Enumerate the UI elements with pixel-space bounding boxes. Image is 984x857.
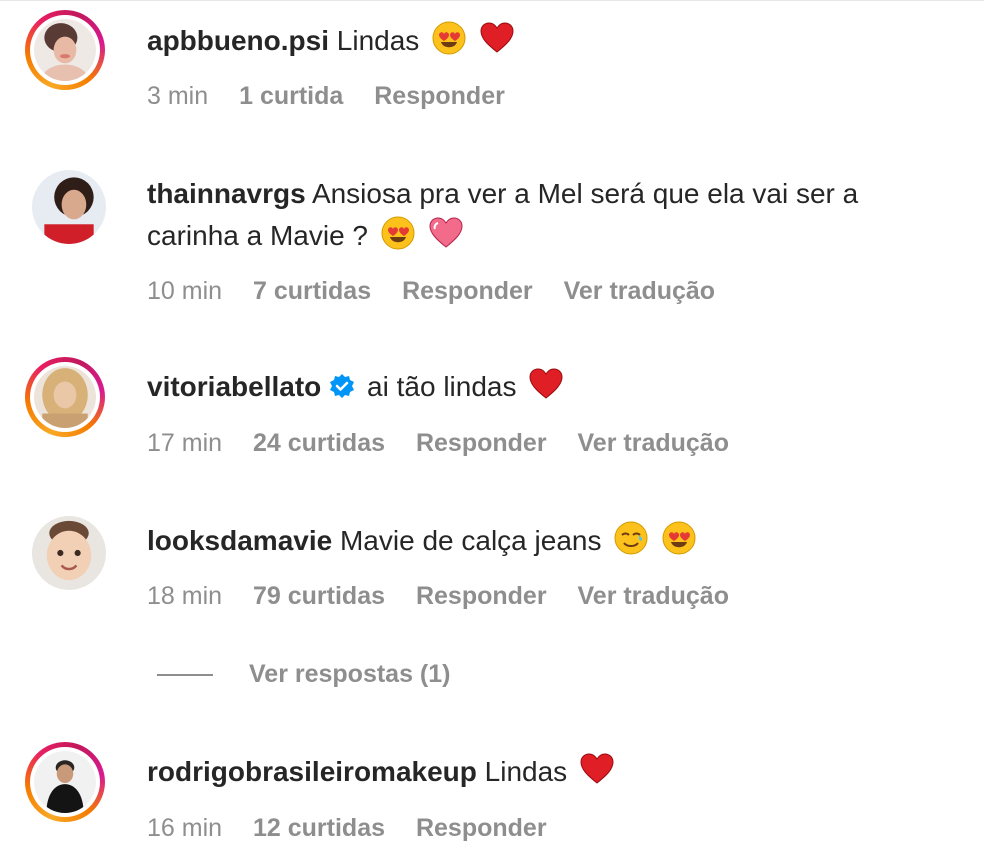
- view-replies-label[interactable]: Ver respostas (1): [249, 660, 451, 688]
- comment-username[interactable]: looksdamavie: [147, 525, 332, 556]
- likes-count[interactable]: 24 curtidas: [253, 429, 385, 457]
- heart-eyes-emoji: [661, 520, 697, 556]
- comment-meta: 17 min 24 curtidas Responder Ver traduçã…: [147, 429, 753, 458]
- avatar-photo: [34, 19, 96, 81]
- avatar-photo: [34, 366, 96, 428]
- avatar-photo: [34, 751, 96, 813]
- comment-time: 18 min: [147, 582, 223, 610]
- comment-username[interactable]: thainnavrgs: [147, 178, 306, 209]
- comment-meta: 3 min 1 curtida Responder: [147, 82, 529, 111]
- likes-count[interactable]: 79 curtidas: [253, 582, 385, 610]
- comment-time: 3 min: [147, 82, 209, 110]
- comment-body: Lindas: [336, 25, 420, 56]
- reply-button[interactable]: Responder: [416, 582, 547, 610]
- comment-body: ai tão lindas: [367, 371, 517, 402]
- red-heart-emoji: [479, 20, 515, 56]
- translate-button[interactable]: Ver tradução: [578, 429, 729, 457]
- top-divider: [0, 0, 984, 5]
- reply-button[interactable]: Responder: [416, 814, 547, 842]
- likes-count[interactable]: 7 curtidas: [253, 277, 371, 305]
- reply-button[interactable]: Responder: [402, 277, 533, 305]
- avatar[interactable]: [32, 170, 106, 244]
- comment-text-line: thainnavrgs Ansiosa pra ver a Mel será q…: [147, 173, 954, 257]
- comment-username[interactable]: vitoriabellato: [147, 371, 321, 402]
- comment-time: 16 min: [147, 814, 223, 842]
- verified-badge-icon: [330, 374, 355, 398]
- comment-username[interactable]: apbbueno.psi: [147, 25, 329, 56]
- comment-text-line: rodrigobrasileiromakeup Lindas: [147, 751, 954, 793]
- avatar-photo: [32, 516, 106, 590]
- replies-divider: [157, 674, 213, 677]
- avatar[interactable]: [25, 742, 105, 822]
- comment-text-line: vitoriabellato ai tão lindas: [147, 366, 954, 408]
- avatar[interactable]: [25, 357, 105, 437]
- likes-count[interactable]: 12 curtidas: [253, 814, 385, 842]
- avatar[interactable]: [32, 516, 106, 590]
- translate-button[interactable]: Ver tradução: [578, 582, 729, 610]
- view-replies-button[interactable]: Ver respostas (1): [157, 660, 451, 689]
- comment-meta: 10 min 7 curtidas Responder Ver tradução: [147, 277, 739, 306]
- red-heart-emoji: [579, 751, 615, 787]
- comment-username[interactable]: rodrigobrasileiromakeup: [147, 756, 477, 787]
- likes-count[interactable]: 1 curtida: [239, 82, 343, 110]
- comment-time: 17 min: [147, 429, 223, 457]
- comment-text-line: apbbueno.psi Lindas: [147, 20, 954, 62]
- translate-button[interactable]: Ver tradução: [564, 277, 715, 305]
- red-heart-emoji: [528, 366, 564, 402]
- smiling-tear-emoji: [613, 520, 649, 556]
- comment-meta: 18 min 79 curtidas Responder Ver traduçã…: [147, 582, 753, 611]
- heart-eyes-emoji: [380, 215, 416, 251]
- avatar-photo: [32, 170, 106, 244]
- comment-time: 10 min: [147, 277, 223, 305]
- comment-meta: 16 min 12 curtidas Responder: [147, 814, 571, 843]
- pink-heart-emoji: [428, 215, 464, 251]
- comment-text-line: looksdamavie Mavie de calça jeans: [147, 520, 954, 562]
- avatar[interactable]: [25, 10, 105, 90]
- comment-body: Lindas: [484, 756, 568, 787]
- heart-eyes-emoji: [431, 20, 467, 56]
- reply-button[interactable]: Responder: [416, 429, 547, 457]
- reply-button[interactable]: Responder: [374, 82, 505, 110]
- comment-body: Mavie de calça jeans: [339, 525, 602, 556]
